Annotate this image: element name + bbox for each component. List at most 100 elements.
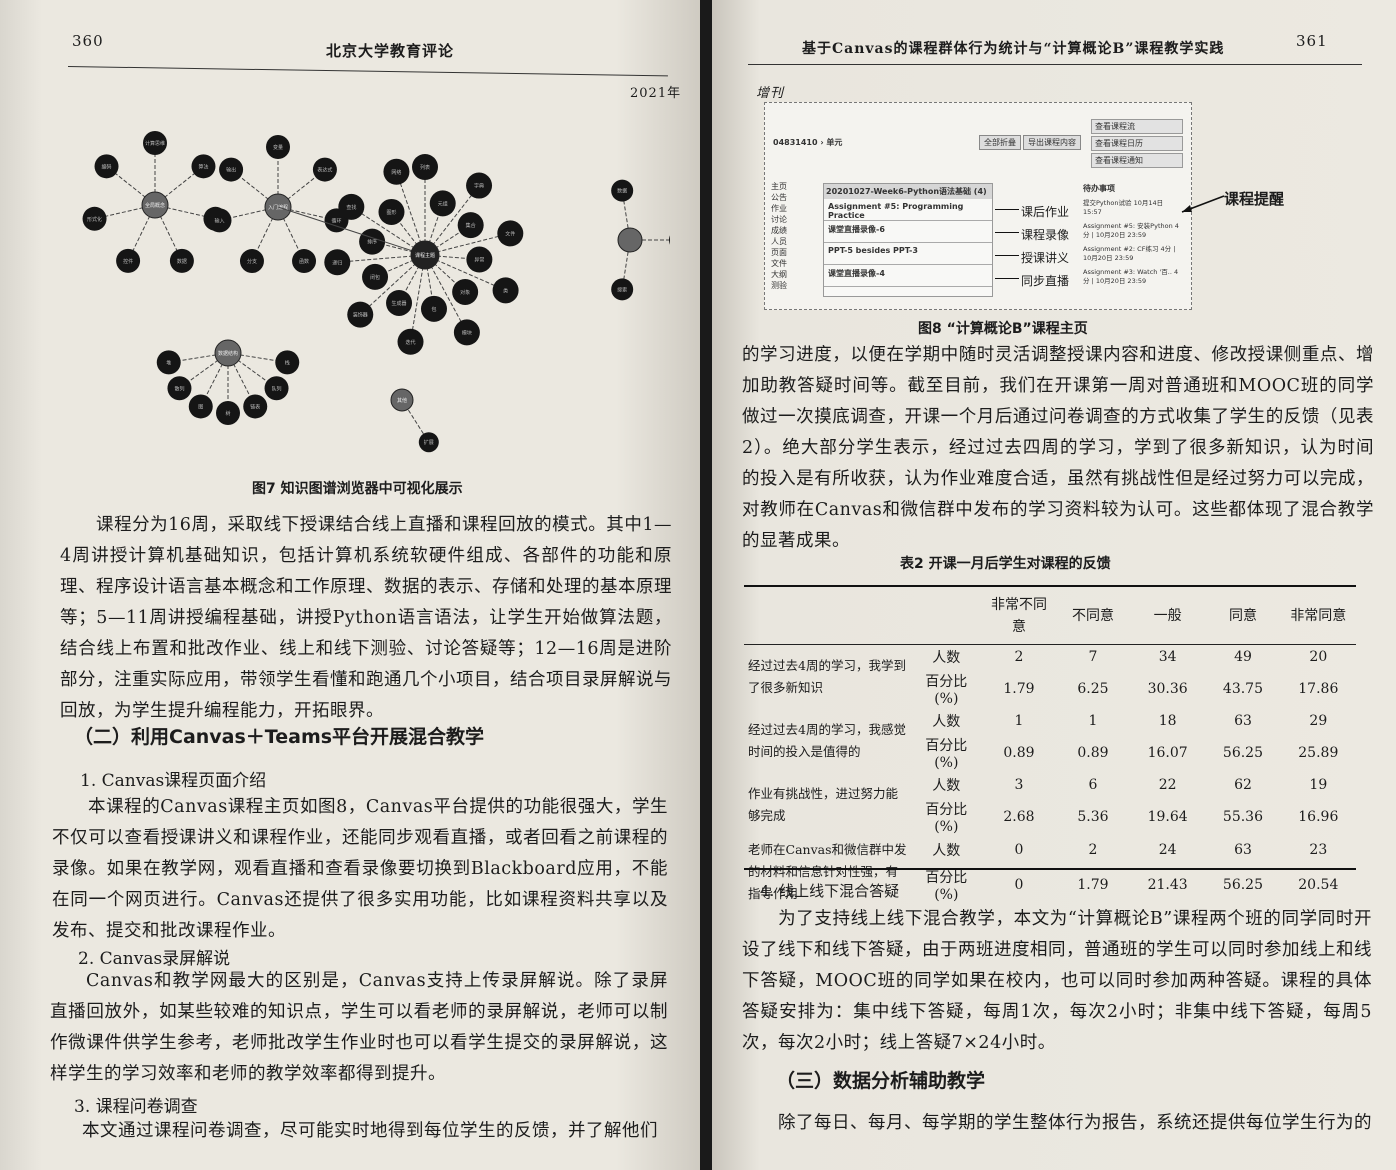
reminder-arrow xyxy=(1181,195,1225,213)
side-button[interactable]: 查看课程日历 xyxy=(1091,136,1183,151)
module-item[interactable]: 课堂直播录像-4 xyxy=(824,265,992,287)
issue-label: 增刊 xyxy=(756,86,785,101)
table-value-cell: 1.79 xyxy=(1003,681,1035,697)
left-paragraph-2: 本课程的Canvas课程主页如图8，Canvas平台提供的功能很强大，学生不仅可… xyxy=(52,797,668,941)
graph-node-label: 分支 xyxy=(247,258,257,265)
table-value-cell: 16.07 xyxy=(1147,745,1188,761)
table-value-cell: 5.36 xyxy=(1077,809,1109,825)
graph-node-label: 形式化 xyxy=(87,216,102,223)
table-value-cell: 2.68 xyxy=(1003,809,1035,825)
graph-node-label: 函数 xyxy=(299,258,309,265)
graph-node-label: 递归 xyxy=(332,259,342,266)
table-value-cell: 7 xyxy=(1088,649,1098,665)
table-value-cell: 1 xyxy=(1014,713,1024,729)
todo-list: 提交Python试验 10月14日 15:57 Assignment #5: 安装… xyxy=(1083,199,1183,286)
course-nav-item[interactable]: 成绩 xyxy=(771,225,787,236)
table-value-cell: 6.25 xyxy=(1077,681,1109,697)
left-paragraph-1: 课程分为16周，采取线下授课结合线上直播和课程回放的模式。其中1—4周讲授计算机… xyxy=(60,515,672,721)
journal-title: 北京大学教育评论 xyxy=(326,42,455,60)
course-nav-item[interactable]: 人员 xyxy=(771,236,787,247)
side-button[interactable]: 查看课程流 xyxy=(1091,119,1183,134)
graph-node-label: 查找 xyxy=(346,204,356,211)
table-value-cell: 34 xyxy=(1158,649,1177,665)
module-panel: 20201027-Week6-Python语法基础 (4) Assignment… xyxy=(823,183,993,297)
subsection-3-title: 3. 课程问卷调查 xyxy=(74,1097,198,1117)
graph-node-label: 链表 xyxy=(250,403,260,410)
table-value-cell: 63 xyxy=(1234,713,1252,729)
graph-node-label: 集合 xyxy=(466,222,476,229)
course-nav-item[interactable]: 主页 xyxy=(771,181,787,192)
table-value-cell: 29 xyxy=(1309,713,1328,729)
graph-node xyxy=(669,235,670,245)
table-row: 经过过去4周的学习，我感觉时间的投入是值得的 人数 1 1 18 63 29 xyxy=(744,709,1356,759)
course-nav-item[interactable]: 页面 xyxy=(771,247,787,258)
graph-node-label: 包 xyxy=(431,306,436,313)
table-value-cell: 0.89 xyxy=(1077,745,1109,761)
course-nav-item[interactable]: 大纲 xyxy=(771,269,787,280)
graph-node-label: 图形 xyxy=(386,209,396,216)
course-nav-item[interactable]: 作业 xyxy=(771,203,787,214)
graph-node-label: 图 xyxy=(198,404,203,410)
graph-center-label: 数据结构 xyxy=(218,350,238,357)
graph-center-label: 其他 xyxy=(397,397,407,404)
graph-node-label: 文件 xyxy=(505,230,515,237)
table-row: 作业有挑战性，进过努力能够完成 人数 3 6 22 62 19 xyxy=(744,773,1356,823)
header-rule-left xyxy=(67,66,668,77)
table-value-cell: 63 xyxy=(1234,842,1252,859)
course-nav-item[interactable]: 讨论 xyxy=(771,214,787,225)
course-nav-item[interactable]: 测验 xyxy=(771,280,787,291)
todo-item[interactable]: Assignment #5: 安装Python 4分 | 10月20日 23:5… xyxy=(1083,222,1183,240)
graph-node-label: 元组 xyxy=(438,200,448,207)
table-metric-cell: 人数 xyxy=(932,843,961,860)
table-value-cell: 2 xyxy=(1014,649,1024,665)
annotation-label: 课程录像 xyxy=(1021,228,1070,242)
table-question-cell: 作业有挑战性，进过努力能够完成 xyxy=(748,786,899,823)
right-paragraph-1: 的学习进度，以便在学期中随时灵活调整授课内容和进度、修改授课侧重点、增加助教答疑… xyxy=(742,345,1374,551)
subsection-4-title: 4. 线上线下混合答疑 xyxy=(760,882,900,900)
graph-node-label: 闭包 xyxy=(370,274,380,281)
running-title: 基于Canvas的课程群体行为统计与“计算概论B”课程教学实践 xyxy=(802,41,1225,57)
graph-node-label: 编码 xyxy=(102,163,112,170)
table-value-cell: 19.64 xyxy=(1147,809,1188,825)
side-button[interactable]: 查看课程通知 xyxy=(1091,153,1183,168)
graph-node-label: 排序 xyxy=(367,239,377,246)
graph-node-label: 网络 xyxy=(391,169,401,176)
graph-node-label: 对象 xyxy=(460,289,470,296)
graph-node-label: 扩展 xyxy=(424,439,434,446)
module-item[interactable]: Assignment #5: Programming Practice xyxy=(824,199,992,221)
table-value-cell: 62 xyxy=(1234,777,1252,793)
table-header-row: 非常不同意 不同意 一般 同意 非常同意 xyxy=(744,588,1356,645)
table-value-cell: 0.89 xyxy=(1003,745,1035,761)
graph-node-label: 队列 xyxy=(272,385,282,392)
export-course-button[interactable]: 导出课程内容 xyxy=(1023,135,1081,150)
course-breadcrumb: 04831410 › 单元 xyxy=(773,138,843,147)
graph-node-label: 搜索 xyxy=(617,286,627,293)
module-item[interactable]: 课堂直播录像-6 xyxy=(824,221,992,243)
graph-node-label: 输入 xyxy=(214,217,224,224)
table-value-cell: 0 xyxy=(1014,842,1024,859)
todo-item[interactable]: 提交Python试验 10月14日 15:57 xyxy=(1083,199,1183,217)
table-row: 经过过去4周的学习，我学到了很多新知识 人数 2 7 34 49 20 xyxy=(744,645,1356,695)
page-number-left: 360 xyxy=(72,32,104,50)
page-number-right: 361 xyxy=(1296,32,1328,50)
table-metric-cell: 人数 xyxy=(932,714,961,730)
todo-item[interactable]: Assignment #3: Watch '百.. 4分 | 10月20日 23… xyxy=(1083,268,1183,286)
graph-node-label: 数据 xyxy=(617,188,627,195)
right-paragraph-2: 为了支持线上线下混合教学，本文为“计算概论B”课程两个班的同学同时开设了线下和线… xyxy=(742,909,1372,1053)
annotation-arrow xyxy=(995,232,1019,233)
course-nav-item[interactable]: 文件 xyxy=(771,258,787,269)
module-item[interactable]: PPT-5 besides PPT-3 xyxy=(824,243,992,265)
annotation-label: 同步直播 xyxy=(1021,274,1070,288)
table-question-cell: 经过过去4周的学习，我学到了很多新知识 xyxy=(748,658,906,695)
annotation-arrow xyxy=(995,255,1019,256)
left-paragraph-4: 本文通过课程问卷调查，尽可能实时地得到每位学生的反馈，并了解他们 xyxy=(82,1121,658,1141)
todo-title: 待办事项 xyxy=(1083,184,1115,193)
graph-node-label: 循环 xyxy=(331,217,341,224)
graph-node-label: 树 xyxy=(225,410,230,417)
table-top-rule xyxy=(744,585,1356,587)
left-page: 360 北京大学教育评论 2021年 计算思维算法程序数据控件形式化编码全局概念… xyxy=(0,0,700,1170)
graph-node-label: 表达式 xyxy=(317,167,332,174)
course-nav-item[interactable]: 公告 xyxy=(771,192,787,203)
todo-item[interactable]: Assignment #2: CF练习 4分 | 10月20日 23:59 xyxy=(1083,245,1183,263)
collapse-all-button[interactable]: 全部折叠 xyxy=(979,135,1021,150)
